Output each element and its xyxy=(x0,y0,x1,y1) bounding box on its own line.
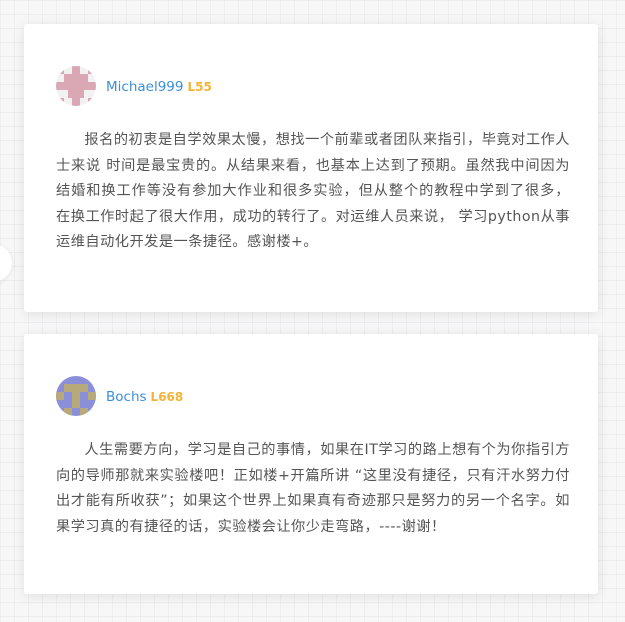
testimonial-card: Michael999 L55 报名的初衷是自学效果太慢，想找一个前辈或者团队来指引… xyxy=(24,24,598,312)
avatar[interactable] xyxy=(56,376,96,416)
side-scroll-tab[interactable] xyxy=(0,244,12,282)
testimonial-text: 人生需要方向，学习是自己的事情，如果在IT学习的路上想有个为你指引方向的导师那就… xyxy=(56,442,570,535)
avatar[interactable] xyxy=(56,66,96,106)
user-line: Bochs L668 xyxy=(106,388,183,406)
user-level-badge: L668 xyxy=(150,390,184,404)
username-link[interactable]: Michael999 xyxy=(106,79,183,95)
identicon-avatar-image xyxy=(56,376,96,416)
testimonial-text: 报名的初衷是自学效果太慢，想找一个前辈或者团队来指引，毕竟对工作人士来说 时间是… xyxy=(56,132,570,251)
username-link[interactable]: Bochs xyxy=(106,389,147,405)
testimonial-card: Bochs L668 人生需要方向，学习是自己的事情，如果在IT学习的路上想有个为… xyxy=(24,334,598,594)
user-level-badge: L55 xyxy=(187,80,212,94)
user-line: Michael999 L55 xyxy=(106,78,212,96)
identicon-avatar-image xyxy=(56,66,96,106)
